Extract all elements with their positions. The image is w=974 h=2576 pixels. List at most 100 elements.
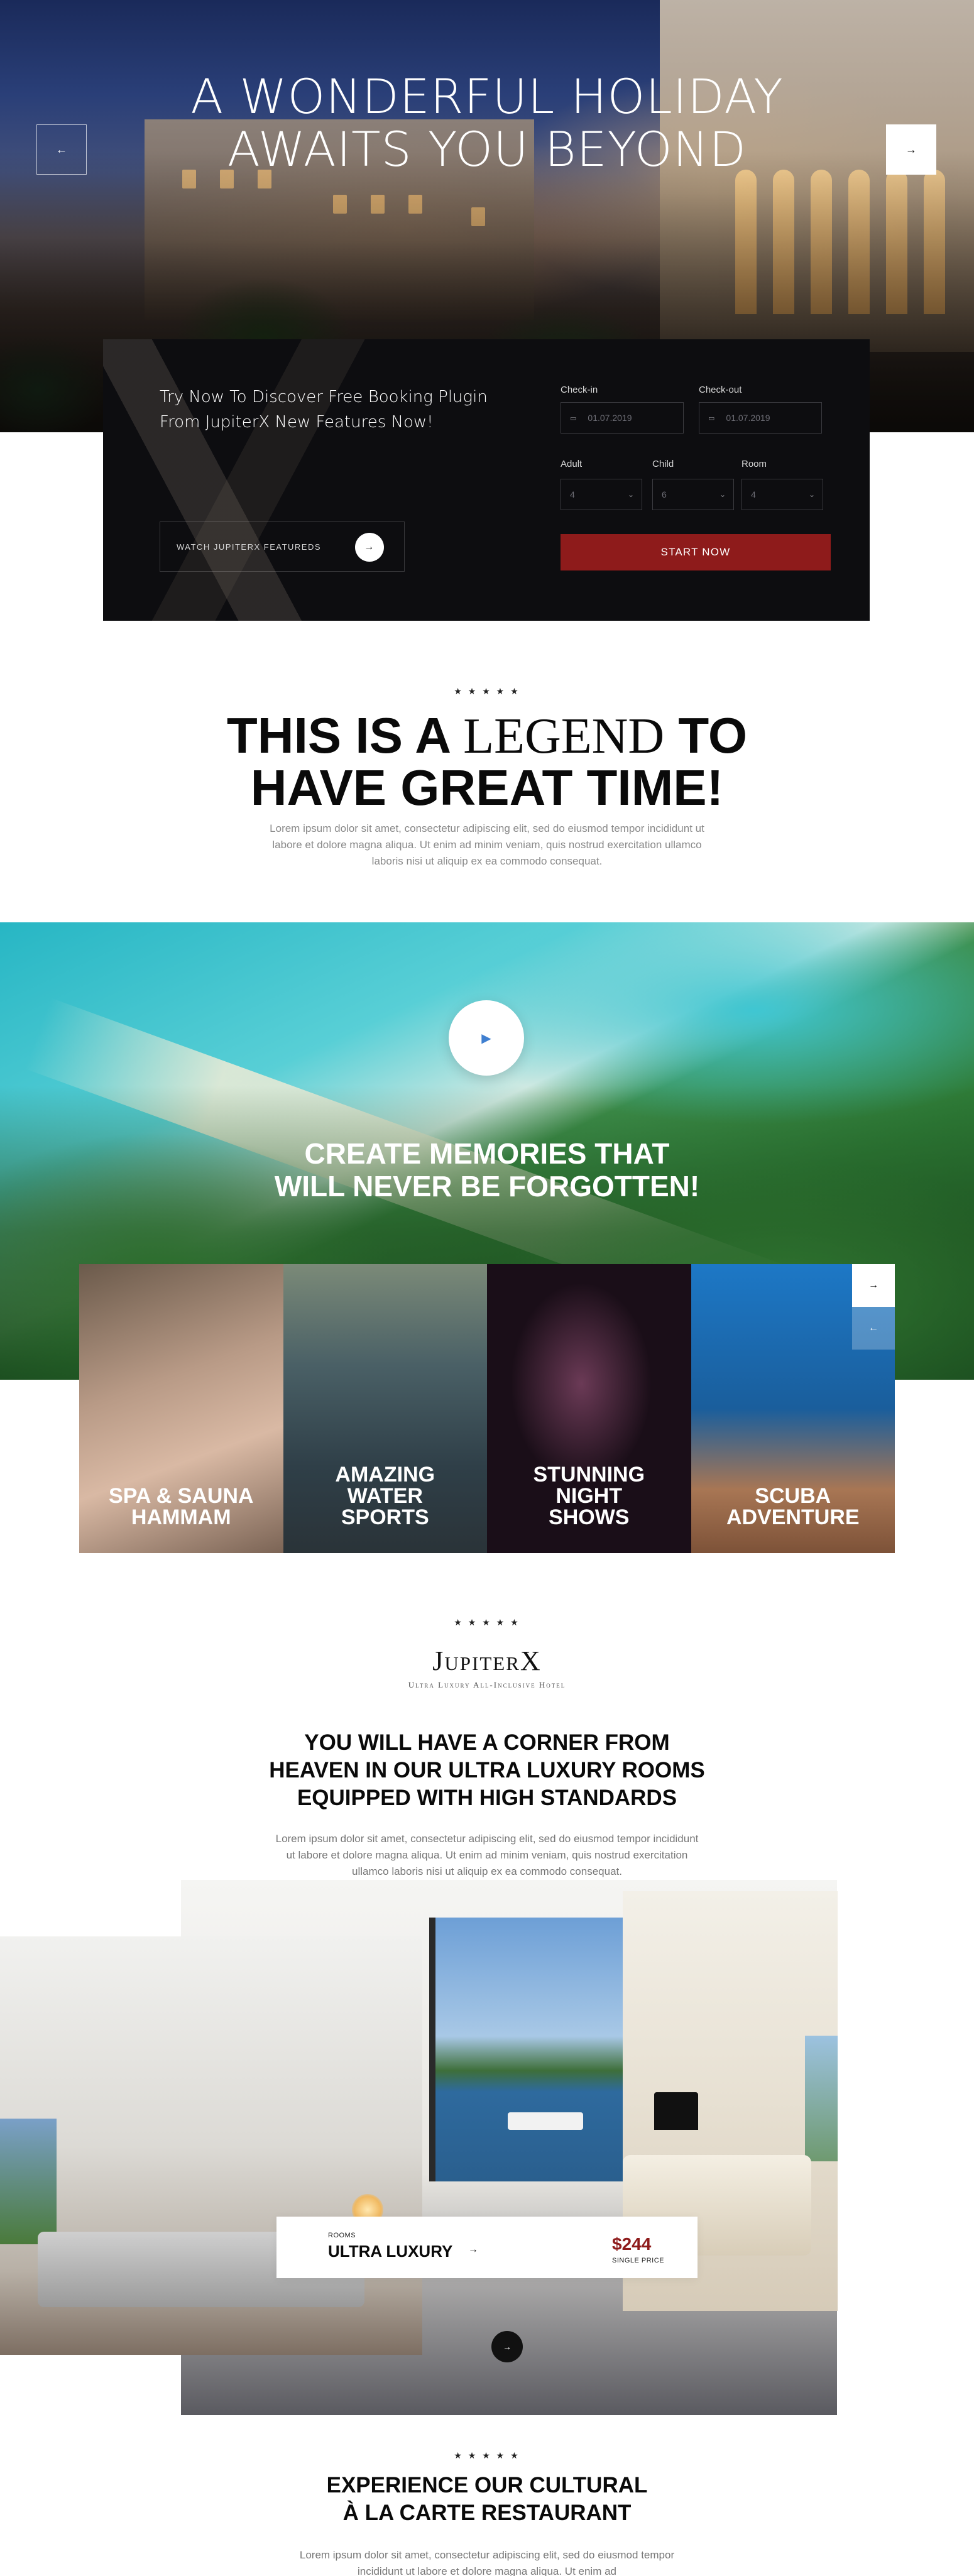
room-photo-left — [0, 1936, 422, 2355]
legend-title: THIS IS A LEGEND TO HAVE GREAT TIME! — [0, 710, 974, 814]
rooms-title: YOU WILL HAVE A CORNER FROM HEAVEN IN OU… — [0, 1729, 974, 1812]
adult-label: Adult — [561, 459, 583, 469]
checkin-label: Check-in — [561, 385, 598, 395]
child-value: 6 — [662, 489, 667, 499]
arrow-left-icon: ← — [868, 1323, 878, 1333]
rooms-title-line3: EQUIPPED WITH HIGH STANDARDS — [297, 1786, 677, 1810]
calendar-icon: ▭ — [708, 414, 715, 422]
promo-line2: From JupiterX New Features Now! — [160, 413, 434, 432]
arrow-left-icon: ← — [56, 143, 67, 156]
chevron-down-icon: ⌄ — [719, 490, 726, 499]
hero-title-line1: A WONDERFUL HOLIDAY — [190, 68, 784, 124]
activity-card-night-shows[interactable]: STUNNING NIGHT SHOWS — [487, 1264, 691, 1553]
brand-tagline: Ultra Luxury All-Inclusive Hotel — [408, 1680, 566, 1689]
legend-lorem-line2: labore et dolore magna aliqua. Ut enim a… — [272, 839, 702, 851]
rating-stars: ★ ★ ★ ★ ★ — [454, 2450, 520, 2460]
room-window-view — [429, 1918, 630, 2181]
activity-card-spa[interactable]: SPA & SAUNA HAMMAM — [79, 1264, 283, 1553]
checkout-field[interactable]: ▭ 01.07.2019 — [699, 402, 822, 434]
arrow-right-icon: → — [468, 2244, 478, 2255]
activity-carousel: SPA & SAUNA HAMMAM AMAZING WATER SPORTS … — [79, 1264, 895, 1553]
calendar-icon: ▭ — [570, 414, 577, 422]
promo-line1: Try Now To Discover Free Booking Plugin — [160, 388, 488, 407]
room-window — [0, 2119, 57, 2244]
activity-label-line: SPORTS — [341, 1505, 429, 1529]
rooms-title-line1: YOU WILL HAVE A CORNER FROM — [304, 1730, 670, 1755]
activity-card-label: STUNNING NIGHT SHOWS — [487, 1464, 691, 1528]
watch-features-label: WATCH JUPITERX FEATUREDS — [177, 542, 322, 552]
activity-label-line: SCUBA — [755, 1484, 831, 1508]
rooms-next-button[interactable]: → — [491, 2331, 523, 2362]
rooms-lorem-line2: ut labore et dolore magna aliqua. Ut eni… — [286, 1849, 688, 1861]
memories-line2: WILL NEVER BE FORGOTTEN! — [274, 1170, 700, 1203]
activity-card-water-sports[interactable]: AMAZING WATER SPORTS — [283, 1264, 488, 1553]
room-price-card[interactable]: ROOMS ULTRA LUXURY → $244 SINGLE PRICE — [276, 2217, 698, 2278]
watch-features-button[interactable]: WATCH JUPITERX FEATUREDS → — [160, 521, 405, 572]
rooms-lorem-line3: ullamco laboris nisi ut aliquip ex ea co… — [352, 1865, 622, 1877]
legend-title-c: TO — [678, 707, 748, 763]
activity-label-line: AMAZING — [335, 1463, 435, 1487]
room-select[interactable]: 4 ⌄ — [741, 479, 823, 510]
adult-select[interactable]: 4 ⌄ — [561, 479, 642, 510]
adult-value: 4 — [570, 489, 575, 499]
activity-label-line: ADVENTURE — [726, 1505, 860, 1529]
carousel-next-button[interactable]: → — [852, 1264, 895, 1307]
restaurant-lorem-line1: Lorem ipsum dolor sit amet, consectetur … — [299, 2549, 675, 2561]
room-card-price: $244 — [612, 2234, 652, 2254]
chevron-down-icon: ⌄ — [808, 490, 815, 499]
activity-label-line: NIGHT — [555, 1484, 623, 1508]
jupiterx-x-logo-shape — [103, 339, 405, 621]
legend-title-b: LEGEND — [463, 709, 665, 764]
play-icon: ▶ — [481, 1031, 491, 1045]
activity-label-line: WATER — [347, 1484, 423, 1508]
rooms-title-line2: HEAVEN IN OUR ULTRA LUXURY ROOMS — [269, 1758, 705, 1782]
legend-description: Lorem ipsum dolor sit amet, consectetur … — [236, 821, 738, 870]
restaurant-title-line1: EXPERIENCE OUR CULTURAL — [326, 2473, 648, 2497]
room-lamp — [654, 2092, 698, 2130]
checkin-field[interactable]: ▭ 01.07.2019 — [561, 402, 684, 434]
activity-card-label: SPA & SAUNA HAMMAM — [79, 1485, 283, 1528]
room-value: 4 — [751, 489, 756, 499]
arrow-right-icon: → — [503, 2342, 512, 2352]
checkout-label: Check-out — [699, 385, 742, 395]
child-label: Child — [652, 459, 674, 469]
room-card-name: ULTRA LUXURY — [328, 2242, 453, 2261]
room-view-boat — [508, 2112, 583, 2130]
memories-title: CREATE MEMORIES THAT WILL NEVER BE FORGO… — [0, 1137, 974, 1203]
arrow-right-icon: → — [355, 533, 384, 562]
chevron-down-icon: ⌄ — [627, 490, 634, 499]
legend-title-a: THIS IS A — [226, 707, 450, 763]
room-window — [805, 2036, 838, 2161]
activity-card-label: AMAZING WATER SPORTS — [283, 1464, 488, 1528]
activity-label-line: HAMMAM — [131, 1505, 231, 1529]
rating-stars: ★ ★ ★ ★ ★ — [454, 1617, 520, 1627]
start-now-button[interactable]: START NOW — [561, 534, 831, 570]
room-card-kicker: ROOMS — [328, 2232, 356, 2239]
restaurant-title-line2: À LA CARTE RESTAURANT — [342, 2501, 632, 2525]
hero-title-line2: AWAITS YOU BEYOND — [227, 121, 747, 177]
activity-card-label: SCUBA ADVENTURE — [691, 1485, 895, 1528]
activity-label-line: SPA & SAUNA — [109, 1484, 254, 1508]
booking-promo-text: Try Now To Discover Free Booking Plugin … — [160, 385, 512, 435]
carousel-prev-button[interactable]: ← — [852, 1307, 895, 1350]
play-video-button[interactable]: ▶ — [449, 1000, 524, 1076]
rating-stars: ★ ★ ★ ★ ★ — [454, 686, 520, 696]
booking-panel: Try Now To Discover Free Booking Plugin … — [103, 339, 870, 621]
hero-title: A WONDERFUL HOLIDAY AWAITS YOU BEYOND — [0, 70, 974, 176]
arrow-right-icon: → — [868, 1280, 878, 1291]
legend-lorem-line3: laboris nisi ut aliquip ex ea commodo co… — [371, 855, 603, 867]
memories-line1: CREATE MEMORIES THAT — [304, 1137, 670, 1170]
checkout-value: 01.07.2019 — [726, 413, 770, 423]
room-label: Room — [741, 459, 767, 469]
legend-lorem-line1: Lorem ipsum dolor sit amet, consectetur … — [270, 822, 704, 834]
start-now-label: START NOW — [660, 546, 731, 558]
hero-next-button[interactable]: → — [886, 124, 936, 175]
restaurant-description: Lorem ipsum dolor sit amet, consectetur … — [264, 2547, 710, 2576]
rooms-lorem-line1: Lorem ipsum dolor sit amet, consectetur … — [275, 1833, 699, 1845]
arrow-right-icon: → — [906, 143, 917, 156]
child-select[interactable]: 6 ⌄ — [652, 479, 734, 510]
hero-prev-button[interactable]: ← — [36, 124, 87, 175]
checkin-value: 01.07.2019 — [588, 413, 632, 423]
restaurant-title: EXPERIENCE OUR CULTURAL À LA CARTE RESTA… — [0, 2472, 974, 2527]
restaurant-lorem-line2: incididunt ut labore et dolore magna ali… — [357, 2565, 617, 2576]
